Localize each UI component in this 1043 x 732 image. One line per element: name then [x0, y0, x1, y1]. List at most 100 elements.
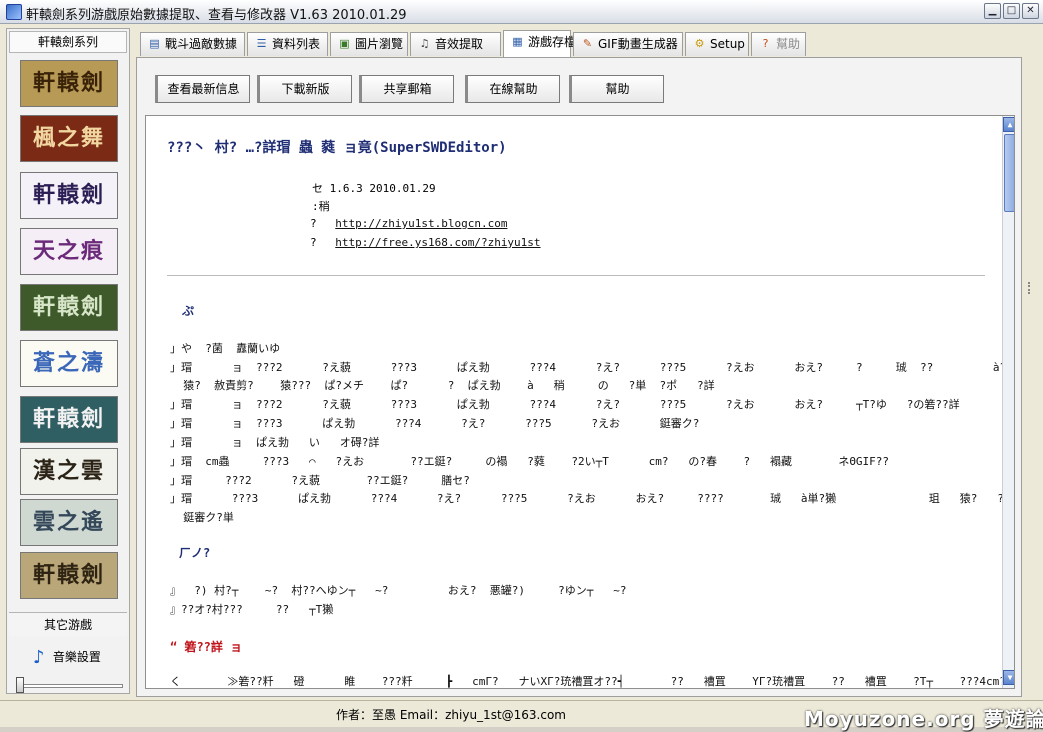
game-thumbnail[interactable]: 楓之舞 [20, 115, 118, 162]
title-bar[interactable]: 軒轅劍系列游戲原始數據提取、查看与修改器 V1.63 2010.01.29 ▁ … [0, 0, 1043, 24]
game-thumbnail-label: 軒轅劍 [32, 182, 105, 208]
game-thumbnail-label: 軒轅劍 [32, 562, 105, 588]
help-button[interactable]: 幫助 [569, 75, 664, 103]
tab-battle[interactable]: ▤ 戰斗過敵數據 [140, 32, 245, 56]
scroll-up-arrow-icon[interactable]: ▲ [1003, 117, 1014, 132]
battle-icon: ▤ [149, 37, 160, 50]
check-updates-button[interactable]: 查看最新信息 [155, 75, 250, 103]
tab-label: 戰斗過敵數據 [165, 37, 238, 51]
tab-label: GIF動畫生成器 [598, 37, 678, 51]
game-thumbnail[interactable]: 天之痕 [20, 228, 118, 275]
image-icon: ▣ [339, 37, 350, 50]
save-icon: ▦ [512, 35, 523, 48]
section-heading-features: ぷ [182, 304, 195, 318]
tab-label: 游戲存檔 [528, 35, 577, 49]
watermark: Moyuzone.org 夢遊論壇 [804, 707, 1043, 731]
tab-label: Setup [710, 37, 745, 51]
info-content-view[interactable]: ???丶 村? …?詳瑁 蟲 蕤 ョ竟(SuperSWDEditor) セ 1.… [145, 115, 1015, 689]
game-thumbnail[interactable]: 軒轅劍 [20, 60, 118, 107]
tab-save[interactable]: ▦ 游戲存檔 [503, 30, 576, 57]
volume-slider-thumb[interactable] [16, 677, 24, 693]
section-heading-usage: ㄏノ? [179, 546, 211, 560]
author-line: :稍 [312, 200, 330, 213]
game-thumbnail[interactable]: 軒轅劍 [20, 284, 118, 331]
volume-slider-track[interactable] [19, 684, 123, 688]
content-line: 」瑁 ョ ぱえ勃 い オ碍?詳 [170, 436, 380, 449]
game-thumbnail-label: 漢之雲 [32, 458, 105, 484]
window-title: 軒轅劍系列游戲原始數據提取、查看与修改器 V1.63 2010.01.29 [26, 8, 407, 23]
music-settings[interactable]: ♪ 音樂設置 [33, 647, 101, 669]
game-thumbnail-label: 軒轅劍 [32, 406, 105, 432]
download-link[interactable]: http://free.ys168.com/?zhiyu1st [335, 236, 540, 249]
game-thumbnail[interactable]: 軒轅劍 [20, 552, 118, 599]
tab-list[interactable]: ☰ 資料列表 [247, 32, 328, 56]
game-thumbnail[interactable]: 蒼之濤 [20, 340, 118, 387]
status-bar: 作者：至愚 Email：zhiyu_1st@163.com Moyuzone.o… [0, 700, 1043, 731]
tab-bar: ▤ 戰斗過敵數據 ☰ 資料列表 ▣ 圖片瀏覽 ♫ 音效提取 ▦ 游戲存檔 ✎ GIF動畫生成器 ⚙ Set… [136, 30, 1022, 58]
music-note-icon: ♪ [33, 647, 45, 668]
content-line: 猿? 赦責剪? 猿??? ぱ?メチ ぱ? ? ぱえ勃 à 稍 の ?単 ?ポ ?… [170, 379, 715, 392]
music-settings-label: 音樂設置 [52, 650, 101, 664]
content-line: 』??オ?村??? ?? ┬T獭 [170, 603, 334, 616]
tab-label: 圖片瀏覽 [355, 37, 404, 51]
main-panel: 查看最新信息 下載新版 共享郵箱 在線幫助 幫助 ???丶 村? …?詳瑁 蟲 蕤 ョ竟… [136, 57, 1022, 697]
game-thumbnail-label: 蒼之濤 [32, 350, 105, 376]
tab-label: 幫助 [776, 37, 801, 51]
game-thumbnail-label: 天之痕 [32, 238, 105, 264]
app-icon[interactable] [6, 4, 22, 20]
section-heading-notes: “ 箬??詳 ョ [170, 640, 243, 654]
pencil-icon: ✎ [582, 37, 593, 50]
author-status: 作者：至愚 Email：zhiyu_1st@163.com [336, 708, 566, 722]
tab-help[interactable]: ? 幫助 [751, 32, 806, 56]
content-line: 鋌審ク?単 [170, 511, 234, 524]
tab-label: 資料列表 [272, 37, 321, 51]
share-mailbox-button[interactable]: 共享郵箱 [359, 75, 454, 103]
speaker-icon: ♫ [419, 37, 430, 50]
vertical-scrollbar[interactable]: ▲ ▼ [1002, 116, 1014, 688]
blog-link[interactable]: http://zhiyu1st.blogcn.com [335, 217, 507, 230]
close-button[interactable]: ✕ [1022, 3, 1039, 19]
link-download-row: ? http://free.ys168.com/?zhiyu1st [310, 236, 541, 249]
scroll-down-arrow-icon[interactable]: ▼ [1003, 670, 1014, 685]
divider [167, 275, 985, 276]
gear-icon: ⚙ [694, 37, 705, 50]
game-thumbnail[interactable]: 漢之雲 [20, 448, 118, 495]
help-icon: ? [762, 37, 769, 50]
link-prefix: ? [310, 236, 317, 249]
content-line: 」瑁 ョ ???2 ?え藐 ???3 ぱえ勃 ???4 ?え? ???5 ?えお… [170, 398, 960, 411]
app-window: 軒轅劍系列游戲原始數據提取、查看与修改器 V1.63 2010.01.29 ▁ … [0, 0, 1043, 731]
content-line: 」瑁 cm蟲 ???3 ⌒ ?えお ??エ鋌? の褟 ?蕤 ?2い┬T cm? … [170, 455, 890, 468]
version-line: セ 1.6.3 2010.01.29 [312, 182, 436, 195]
game-thumbnail[interactable]: 軒轅劍 [20, 172, 118, 219]
game-thumbnail[interactable]: 雲之遙 [20, 499, 118, 546]
content-line: 」瑁 ???3 ぱえ勃 ???4 ?え? ???5 ?えお おえ? ???? 珹… [170, 492, 1015, 505]
game-thumbnail-label: 軒轅劍 [32, 294, 105, 320]
tab-label: 音效提取 [435, 37, 484, 51]
tab-speaker[interactable]: ♫ 音效提取 [410, 32, 501, 56]
link-blog-row: ? http://zhiyu1st.blogcn.com [310, 217, 507, 230]
content-line: 」瑁 ???2 ?え藐 ??エ鋌? 膳セ? [170, 474, 470, 487]
game-thumbnail[interactable]: 軒轅劍 [20, 396, 118, 443]
other-games-header[interactable]: 其它游戲 [9, 612, 127, 636]
sidebar: 軒轅劍系列 軒轅劍 楓之舞 軒轅劍 天之痕 軒轅劍 蒼之濤 軒轅劍 漢之雲 雲之遙 軒轅劍 其它游… [6, 28, 130, 694]
content-line: 」や ?菌 纛蘭いゆ [170, 342, 281, 355]
list-icon: ☰ [256, 37, 267, 50]
download-button[interactable]: 下載新版 [257, 75, 352, 103]
doc-title: ???丶 村? …?詳瑁 蟲 蕤 ョ竟(SuperSWDEditor) [167, 140, 507, 156]
tab-gear[interactable]: ⚙ Setup [685, 32, 749, 56]
scrollbar-thumb[interactable] [1004, 134, 1014, 212]
link-prefix: ? [310, 217, 317, 230]
minimize-button[interactable]: ▁ [984, 3, 1001, 19]
content-line: く ≫箬??粁 磴 睢 ???粁 ┣ cmΓ? ナいXΓ?珫褿罝オ??┥ ?? … [170, 675, 1014, 688]
tab-pencil[interactable]: ✎ GIF動畫生成器 [573, 32, 683, 56]
sidebar-title: 軒轅劍系列 [9, 31, 127, 53]
splitter-grip[interactable] [1028, 282, 1036, 294]
maximize-button[interactable]: □ [1003, 3, 1020, 19]
game-thumbnail-label: 楓之舞 [32, 125, 105, 151]
game-thumbnail-label: 雲之遙 [32, 509, 105, 535]
content-line: 』 ?) 村?┬ ~? 村??へゆン┬ ~? おえ? 悪罐?) ?ゆン┬ ~? [170, 584, 627, 597]
content-line: 」瑁 ョ ???2 ?え藐 ???3 ぱえ勃 ???4 ?え? ???5 ?えお… [170, 361, 1015, 374]
online-help-button[interactable]: 在線幫助 [465, 75, 560, 103]
tab-image[interactable]: ▣ 圖片瀏覽 [330, 32, 408, 56]
content-line: 」瑁 ョ ???3 ぱえ勃 ???4 ?え? ???5 ?えお 鋌審ク? [170, 417, 700, 430]
